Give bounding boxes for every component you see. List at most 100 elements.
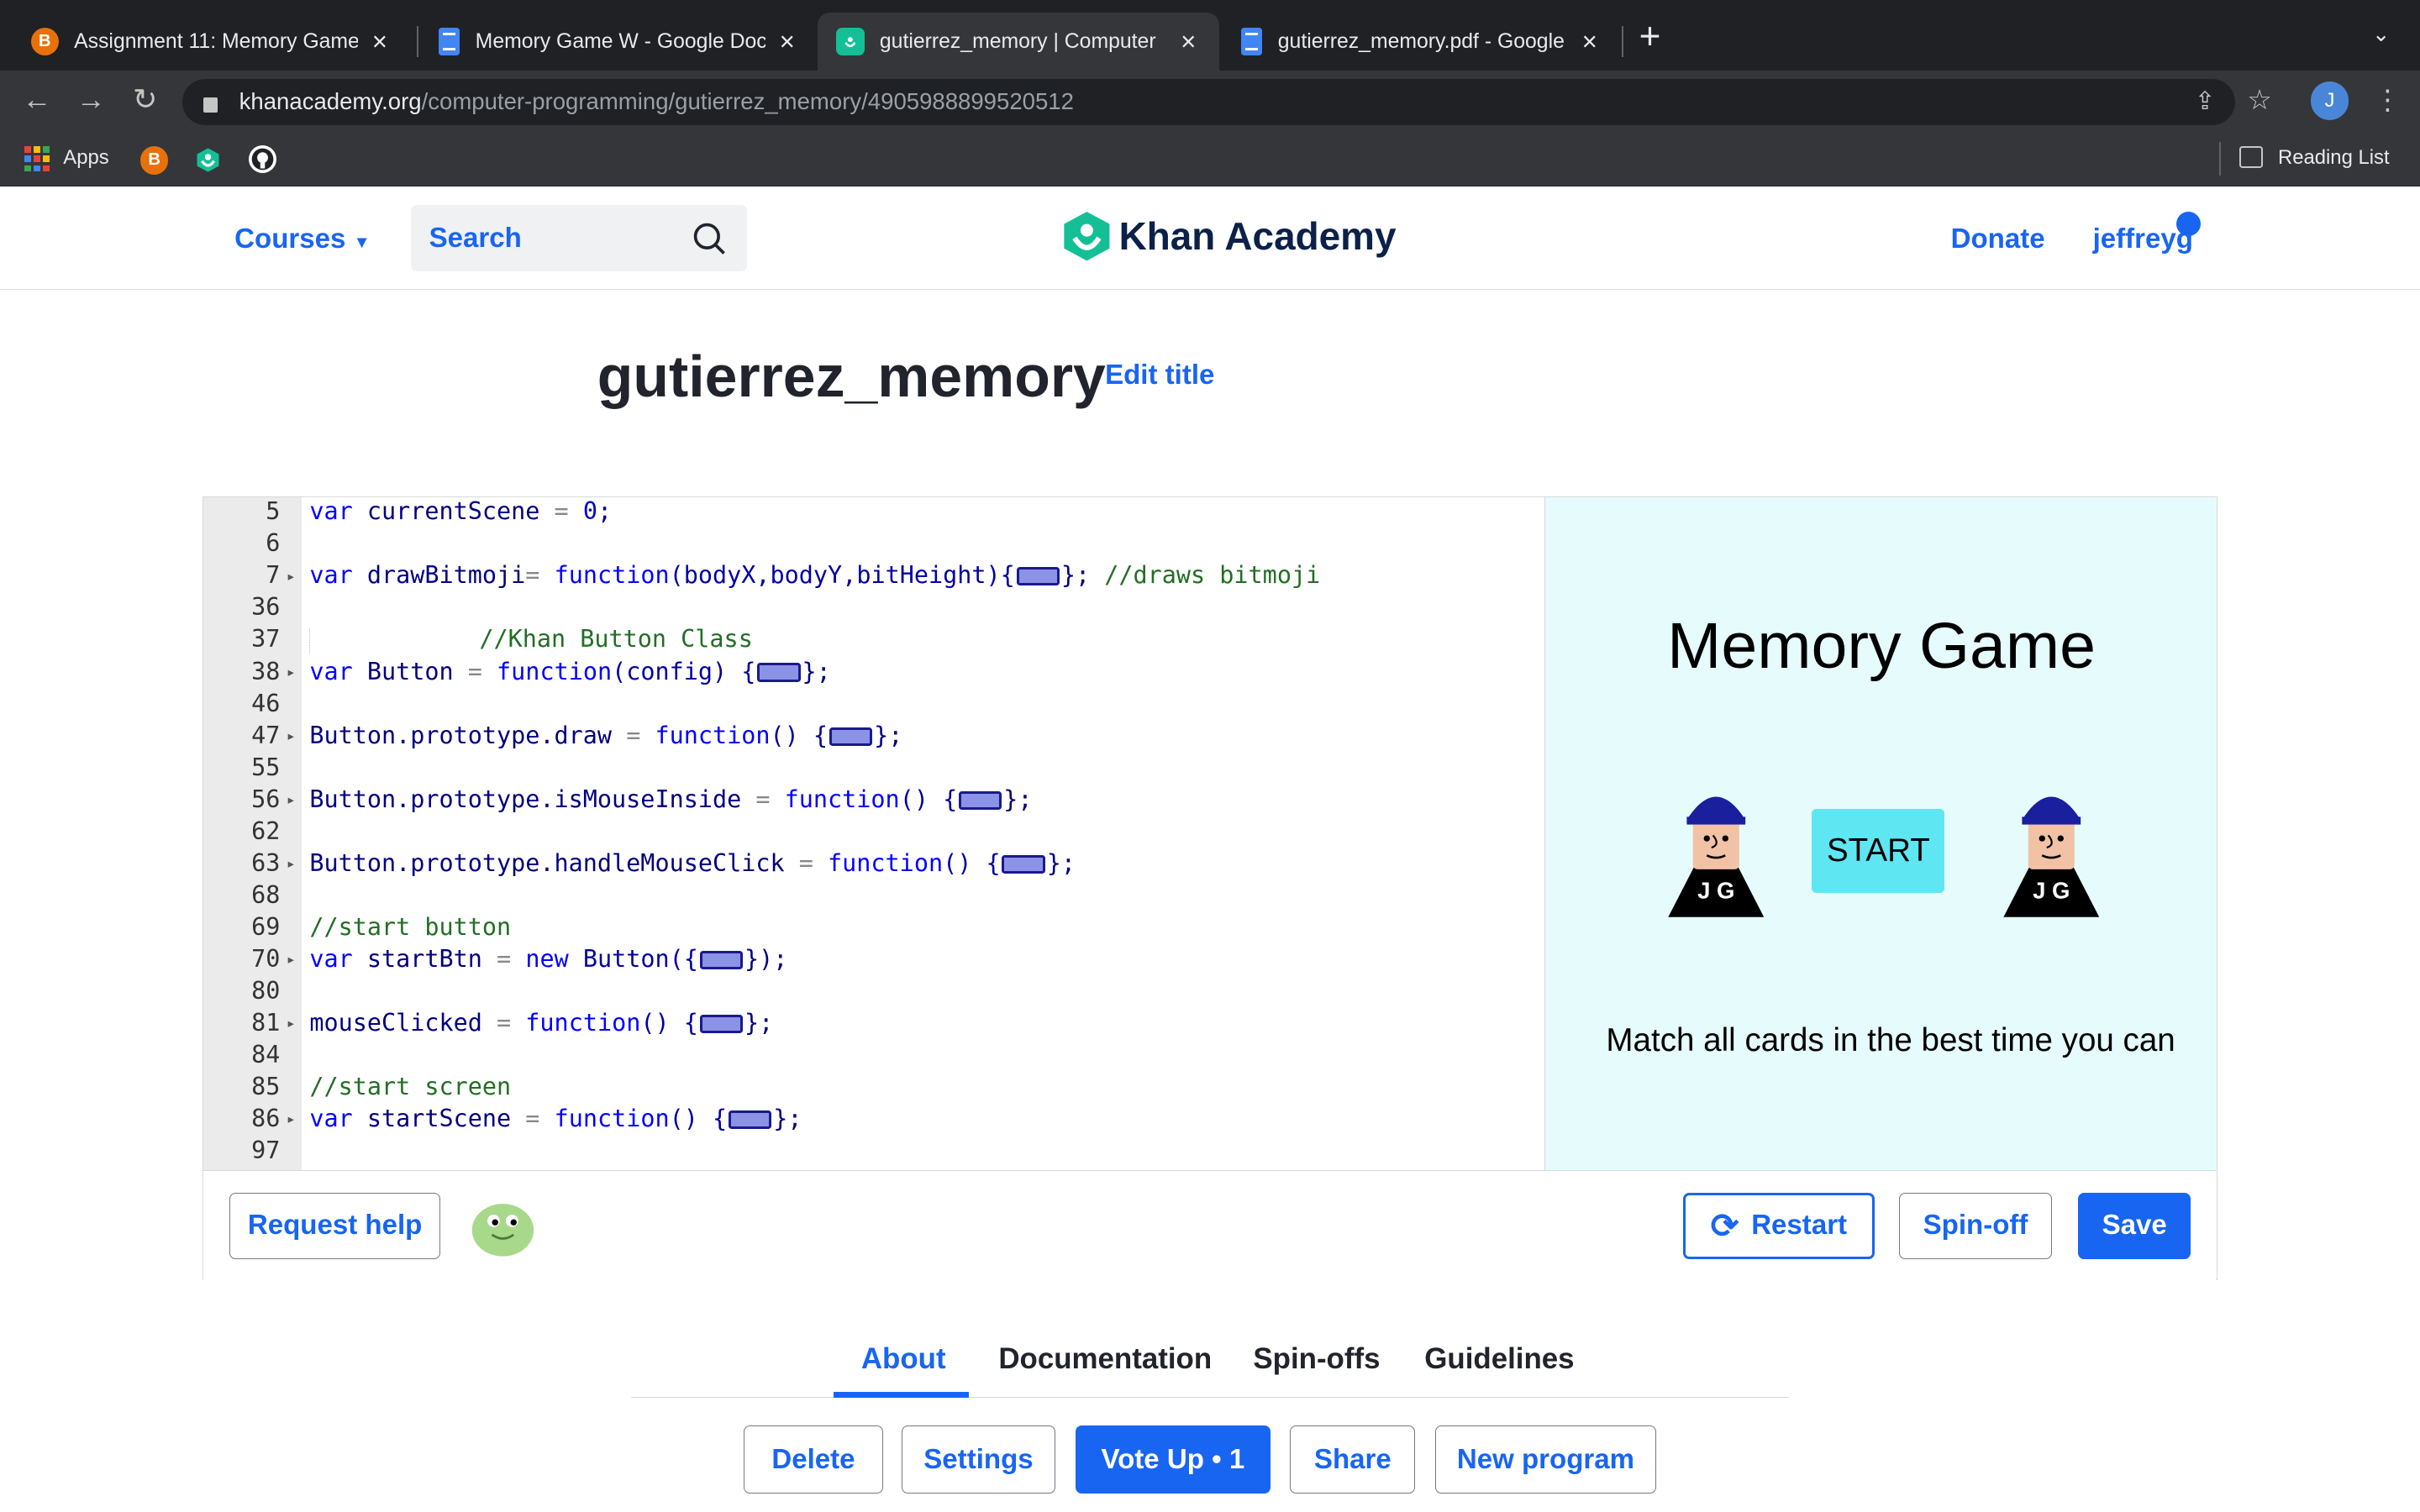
close-tab-icon[interactable]: ×	[1577, 27, 1602, 57]
line-number: 69	[251, 912, 281, 941]
share-icon[interactable]: ⇪	[2195, 87, 2216, 116]
github-icon[interactable]	[248, 144, 276, 173]
close-tab-icon[interactable]: ×	[1176, 27, 1201, 57]
fold-widget-icon[interactable]	[699, 1014, 744, 1033]
forward-arrow-icon[interactable]: →	[72, 83, 109, 117]
fold-widget-icon[interactable]	[699, 950, 744, 969]
address-bar[interactable]: khanacademy.org/computer-programming/gut…	[182, 78, 2235, 125]
fold-arrow-icon[interactable]: ▸	[288, 665, 294, 680]
tab-guidelines[interactable]: Guidelines	[1424, 1342, 1574, 1376]
fold-arrow-icon[interactable]: ▸	[288, 570, 294, 584]
bookmark-khan-academy[interactable]	[194, 146, 222, 180]
share-button[interactable]: Share	[1290, 1425, 1416, 1494]
bookmark-brightspace[interactable]: B	[140, 146, 169, 175]
tab-search-chevron-icon[interactable]: ⌄	[2372, 22, 2391, 47]
fold-widget-icon[interactable]	[757, 663, 801, 682]
restart-icon: ⟳	[1710, 1206, 1739, 1246]
tab-about[interactable]: About	[861, 1342, 946, 1376]
browser-tab[interactable]: Memory Game W - Google Doc ×	[420, 13, 818, 71]
close-tab-icon[interactable]: ×	[775, 27, 799, 57]
fold-arrow-icon[interactable]: ▸	[288, 793, 294, 807]
bitmoji-badge: J G	[1697, 878, 1734, 904]
fold-arrow-icon[interactable]: ▸	[288, 1016, 294, 1031]
new-tab-icon[interactable]: +	[1639, 18, 1661, 55]
fold-widget-icon[interactable]	[829, 727, 873, 746]
khan-academy-logo[interactable]: Khan Academy	[1062, 210, 1397, 262]
line-number: 46	[251, 689, 281, 717]
restart-button[interactable]: ⟳ Restart	[1682, 1192, 1875, 1259]
bookmark-star-icon[interactable]: ☆	[2247, 83, 2272, 117]
khan-academy-logo-icon	[1063, 211, 1110, 261]
code-line[interactable]: var currentScene = 0;	[309, 497, 612, 525]
bitmoji-badge: J G	[2033, 878, 2070, 904]
google-docs-icon	[438, 28, 460, 56]
fold-arrow-icon[interactable]: ▸	[288, 729, 294, 743]
code-line[interactable]: var Button = function(config) {};	[309, 658, 830, 685]
fold-widget-icon[interactable]	[1016, 567, 1060, 586]
profile-avatar[interactable]: J	[2310, 81, 2349, 121]
apps-grid-icon	[24, 146, 50, 171]
reload-icon[interactable]: ↻	[127, 83, 164, 117]
fold-arrow-icon[interactable]: ▸	[288, 953, 294, 967]
code-line[interactable]: var startScene = function() {};	[309, 1105, 802, 1132]
search-placeholder: Search	[429, 222, 522, 254]
code-line[interactable]: //start screen	[309, 1073, 511, 1100]
code-line[interactable]: //Khan Button Class	[309, 625, 753, 653]
courses-menu[interactable]: Courses ▼	[234, 223, 370, 255]
fold-widget-icon[interactable]	[959, 790, 1002, 810]
editor-toolbar: Request help ⟳ Restart Spin-off Save	[203, 1170, 2216, 1280]
reading-list[interactable]: Reading List	[2278, 146, 2390, 170]
browser-tab[interactable]: gutierrez_memory.pdf - Google ×	[1223, 13, 1621, 71]
program-title: gutierrez_memory	[597, 343, 1106, 409]
search-input[interactable]: Search	[410, 205, 747, 272]
code-line[interactable]: Button.prototype.draw = function() {};	[309, 722, 902, 749]
reading-list-icon	[2239, 146, 2263, 169]
fold-widget-icon[interactable]	[728, 1110, 772, 1129]
fold-widget-icon[interactable]	[1002, 854, 1045, 874]
url-path: /computer-programming/gutierrez_memory/4…	[421, 88, 1074, 115]
fold-arrow-icon[interactable]: ▸	[288, 1112, 294, 1126]
save-button[interactable]: Save	[2078, 1192, 2191, 1259]
line-number: 85	[251, 1072, 281, 1100]
code-line[interactable]: //start button	[309, 913, 511, 941]
line-number: 37	[251, 625, 281, 654]
back-arrow-icon[interactable]: ←	[18, 83, 55, 117]
donate-link[interactable]: Donate	[1951, 223, 2045, 255]
new-program-button[interactable]: New program	[1435, 1425, 1656, 1494]
bookmark-apps[interactable]: Apps	[63, 146, 108, 170]
code-line[interactable]: Button.prototype.handleMouseClick = func…	[309, 849, 1076, 877]
code-line[interactable]: mouseClicked = function() {};	[309, 1009, 773, 1037]
fold-arrow-icon[interactable]: ▸	[288, 857, 294, 871]
browser-tab-active[interactable]: gutierrez_memory | Computer ×	[818, 12, 1219, 71]
program-output-canvas[interactable]: Memory Game J G START J G Match all card…	[1544, 497, 2217, 1171]
line-number: 36	[251, 593, 281, 622]
spinoff-button[interactable]: Spin-off	[1899, 1192, 2052, 1259]
request-help-button[interactable]: Request help	[229, 1192, 441, 1259]
close-tab-icon[interactable]: ×	[367, 27, 392, 57]
code-line[interactable]: var drawBitmoji= function(bodyX,bodyY,bi…	[309, 561, 1320, 589]
bitmoji-figure-left: J G	[1662, 783, 1770, 928]
delete-button[interactable]: Delete	[744, 1425, 883, 1494]
settings-button[interactable]: Settings	[901, 1425, 1056, 1494]
start-button[interactable]: START	[1812, 809, 1945, 893]
line-number: 55	[251, 753, 281, 781]
search-icon	[693, 223, 725, 255]
line-number: 63	[251, 848, 281, 877]
code-line[interactable]: Button.prototype.isMouseInside = functio…	[309, 785, 1032, 813]
google-docs-icon	[1240, 28, 1263, 56]
browser-tab[interactable]: B Assignment 11: Memory Game ×	[13, 13, 411, 71]
brightspace-b-icon: B	[140, 146, 169, 175]
oh-noes-mascot-icon	[469, 1196, 537, 1264]
line-number: 70	[251, 944, 281, 973]
more-menu-icon[interactable]: ⋮	[2374, 83, 2402, 117]
tab-documentation[interactable]: Documentation	[998, 1342, 1212, 1376]
code-line[interactable]: var startBtn = new Button({});	[309, 945, 787, 973]
caret-down-icon: ▼	[353, 234, 371, 253]
tab-title: Assignment 11: Memory Game	[74, 29, 359, 53]
browser-toolbar: ← → ↻ khanacademy.org/computer-programmi…	[0, 71, 2420, 133]
tab-spin-offs[interactable]: Spin-offs	[1253, 1342, 1380, 1376]
khan-academy-icon	[197, 148, 219, 173]
line-number: 6	[266, 529, 281, 558]
edit-title-link[interactable]: Edit title	[1105, 360, 1214, 391]
vote-up-button[interactable]: Vote Up • 1	[1076, 1425, 1270, 1494]
